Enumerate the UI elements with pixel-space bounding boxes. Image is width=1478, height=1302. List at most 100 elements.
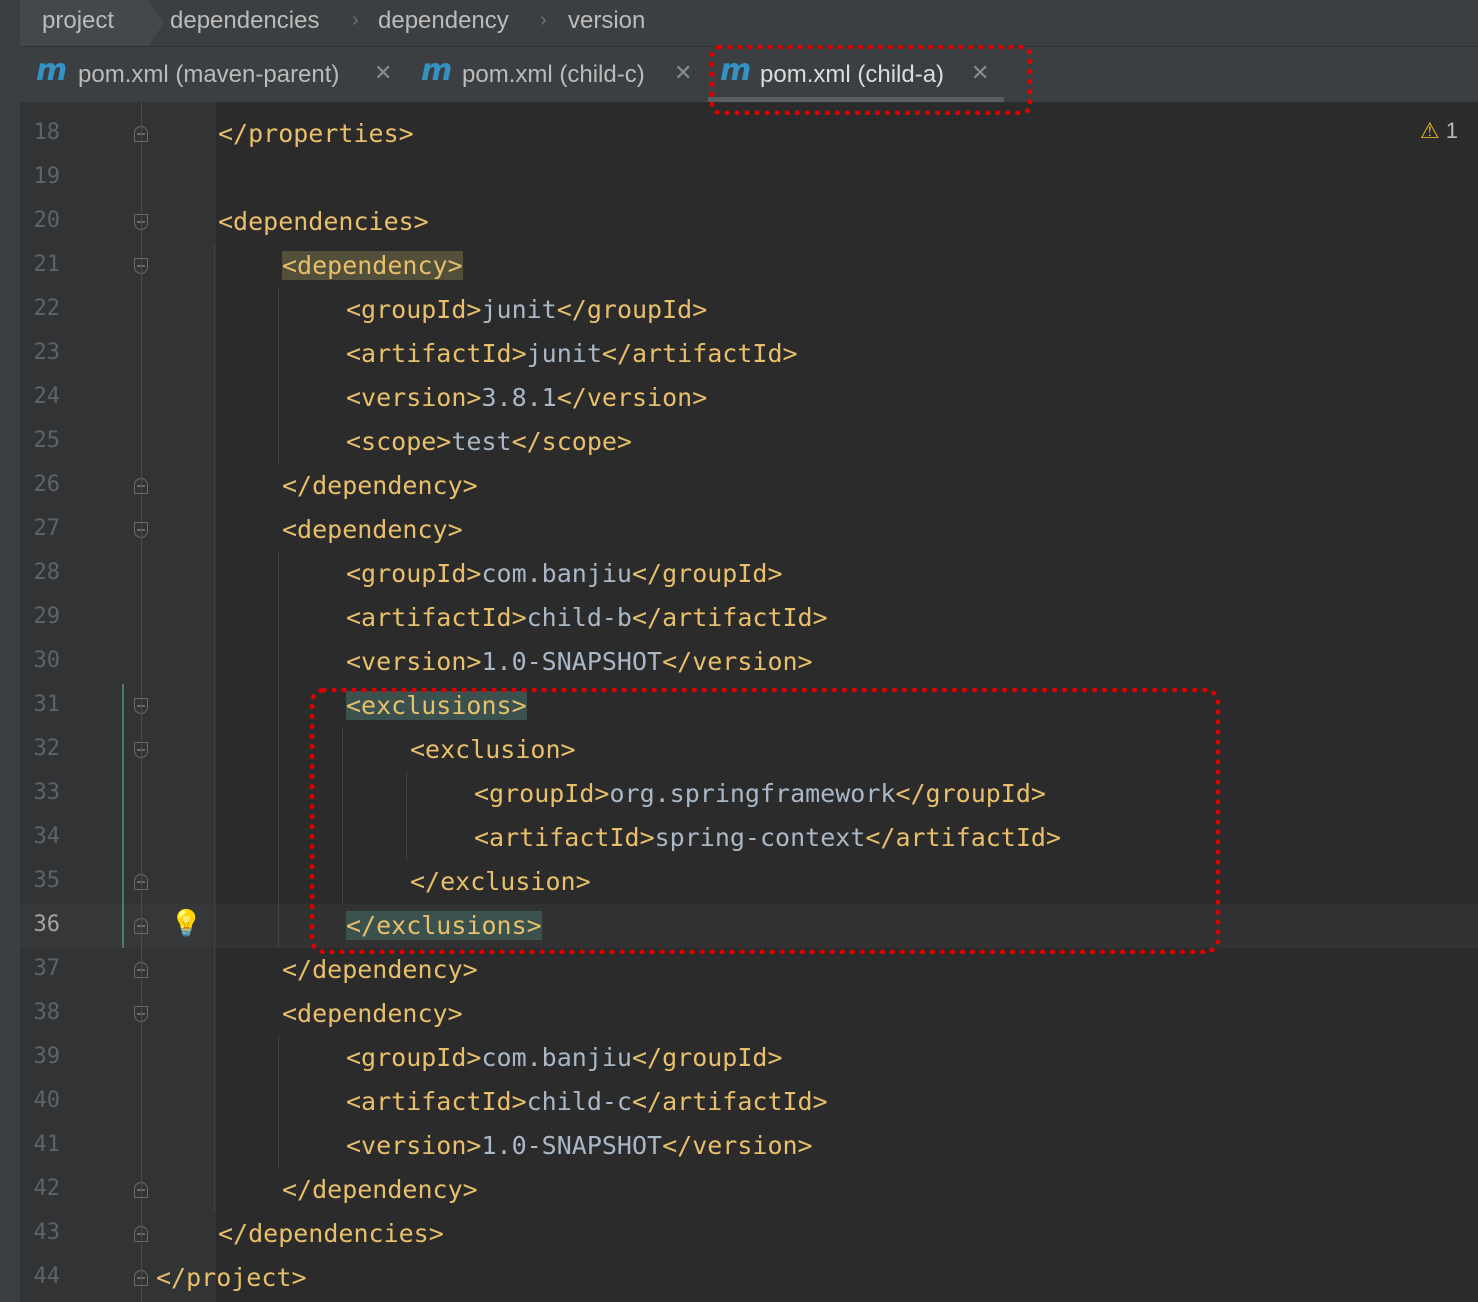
- xml-tag: </properties>: [218, 119, 414, 148]
- line-number: 28: [33, 560, 61, 585]
- code-line[interactable]: 22 <groupId>junit</groupId>: [20, 288, 1478, 332]
- code-line[interactable]: 39 <groupId>com.banjiu</groupId>: [20, 1036, 1478, 1080]
- indent-guide: [214, 244, 215, 1212]
- line-number: 30: [33, 648, 61, 673]
- indent-guide: [278, 288, 279, 464]
- code-line[interactable]: 25 <scope>test</scope>: [20, 420, 1478, 464]
- breadcrumb-first-arrow: [148, 0, 164, 46]
- code-text: <artifactId>junit</artifactId>: [346, 339, 798, 368]
- line-number: 37: [33, 956, 61, 981]
- code-line[interactable]: 27 <dependency>: [20, 508, 1478, 552]
- inspection-widget[interactable]: ⚠ 1: [1420, 118, 1458, 144]
- xml-tag: <dependency>: [282, 515, 463, 544]
- code-text: <version>3.8.1</version>: [346, 383, 707, 412]
- code-text: <groupId>com.banjiu</groupId>: [346, 1043, 783, 1072]
- breadcrumb-item-version[interactable]: version: [568, 7, 645, 35]
- code-text: </dependency>: [282, 955, 478, 984]
- code-line[interactable]: 28 <groupId>com.banjiu</groupId>: [20, 552, 1478, 596]
- annotation-box-active-tab: [710, 45, 1032, 115]
- line-number: 36: [33, 912, 61, 937]
- code-text: </dependency>: [282, 1175, 478, 1204]
- code-line[interactable]: 38 <dependency>: [20, 992, 1478, 1036]
- line-number: 25: [33, 428, 61, 453]
- xml-tag: </artifactId>: [631, 603, 828, 632]
- line-number: 31: [33, 692, 61, 717]
- breadcrumb-item-dependencies[interactable]: dependencies: [170, 7, 319, 35]
- indent-guide: [278, 552, 279, 948]
- xml-tag: <version>: [346, 647, 482, 676]
- xml-text: junit: [481, 295, 557, 324]
- line-number: 21: [33, 252, 61, 277]
- code-line[interactable]: 18 </properties>: [20, 112, 1478, 156]
- xml-tag: <dependencies>: [218, 207, 429, 236]
- code-line[interactable]: 19: [20, 156, 1478, 200]
- warning-count: 1: [1445, 118, 1458, 143]
- close-icon[interactable]: ✕: [674, 60, 692, 86]
- tab-label: pom.xml (maven-parent): [78, 61, 340, 88]
- code-line[interactable]: 42 </dependency>: [20, 1168, 1478, 1212]
- close-icon[interactable]: ✕: [374, 60, 392, 86]
- left-tool-strip: [0, 0, 20, 1302]
- code-line[interactable]: 29 <artifactId>child-b</artifactId>: [20, 596, 1478, 640]
- code-text: </project>: [156, 1263, 307, 1292]
- xml-tag: </groupId>: [631, 559, 783, 588]
- breadcrumb-item-project[interactable]: project: [42, 7, 114, 35]
- xml-tag: </dependencies>: [218, 1219, 444, 1248]
- line-number: 42: [33, 1176, 61, 1201]
- breadcrumb-item-dependency[interactable]: dependency: [378, 7, 509, 35]
- code-line[interactable]: 21 <dependency>: [20, 244, 1478, 288]
- code-text: <groupId>junit</groupId>: [346, 295, 707, 324]
- xml-tag: </version>: [556, 383, 708, 412]
- lightbulb-icon[interactable]: 💡: [170, 908, 202, 939]
- code-text: </properties>: [218, 119, 414, 148]
- line-number: 34: [33, 824, 61, 849]
- xml-text: com.banjiu: [481, 1043, 632, 1072]
- code-line[interactable]: 20 <dependencies>: [20, 200, 1478, 244]
- xml-tag: </groupId>: [556, 295, 708, 324]
- line-number: 24: [33, 384, 61, 409]
- code-line[interactable]: 26 </dependency>: [20, 464, 1478, 508]
- code-text: </dependency>: [282, 471, 478, 500]
- xml-text: com.banjiu: [481, 559, 632, 588]
- xml-tag: <dependency>: [282, 251, 463, 280]
- xml-text: child-c: [526, 1087, 632, 1116]
- line-number: 35: [33, 868, 61, 893]
- vcs-change-marker[interactable]: [122, 684, 124, 948]
- indent-guide: [278, 1036, 279, 1168]
- code-text: <artifactId>child-b</artifactId>: [346, 603, 828, 632]
- xml-tag: <artifactId>: [346, 339, 527, 368]
- xml-text: 1.0-SNAPSHOT: [481, 1131, 663, 1160]
- chevron-right-icon: ›: [540, 9, 547, 31]
- line-number: 20: [33, 208, 61, 233]
- maven-icon: m: [36, 53, 68, 88]
- code-text: <dependency>: [282, 999, 463, 1028]
- code-line[interactable]: 30 <version>1.0-SNAPSHOT</version>: [20, 640, 1478, 684]
- code-text: <dependency>: [282, 251, 463, 280]
- code-text: <version>1.0-SNAPSHOT</version>: [346, 647, 813, 676]
- fold-outline: [141, 102, 142, 1302]
- code-line[interactable]: 23 <artifactId>junit</artifactId>: [20, 332, 1478, 376]
- code-line[interactable]: 44 </project>: [20, 1256, 1478, 1300]
- xml-text: child-b: [526, 603, 632, 632]
- line-number: 32: [33, 736, 61, 761]
- xml-tag: </scope>: [511, 427, 632, 456]
- xml-tag: <artifactId>: [346, 603, 527, 632]
- xml-tag: <dependency>: [282, 999, 463, 1028]
- code-line[interactable]: 37 </dependency>: [20, 948, 1478, 992]
- line-number: 43: [33, 1220, 61, 1245]
- line-number: 23: [33, 340, 61, 365]
- code-line[interactable]: 40 <artifactId>child-c</artifactId>: [20, 1080, 1478, 1124]
- code-line[interactable]: 24 <version>3.8.1</version>: [20, 376, 1478, 420]
- xml-text: 1.0-SNAPSHOT: [481, 647, 663, 676]
- line-number: 38: [33, 1000, 61, 1025]
- xml-tag: </project>: [156, 1263, 307, 1292]
- code-line[interactable]: 43 </dependencies>: [20, 1212, 1478, 1256]
- code-line[interactable]: 41 <version>1.0-SNAPSHOT</version>: [20, 1124, 1478, 1168]
- tab-label: pom.xml (child-c): [462, 61, 645, 88]
- xml-tag: </artifactId>: [601, 339, 798, 368]
- xml-text: junit: [526, 339, 602, 368]
- code-text: <scope>test</scope>: [346, 427, 632, 456]
- xml-tag: <groupId>: [346, 1043, 482, 1072]
- line-number: 44: [33, 1264, 61, 1289]
- line-number: 18: [33, 120, 61, 145]
